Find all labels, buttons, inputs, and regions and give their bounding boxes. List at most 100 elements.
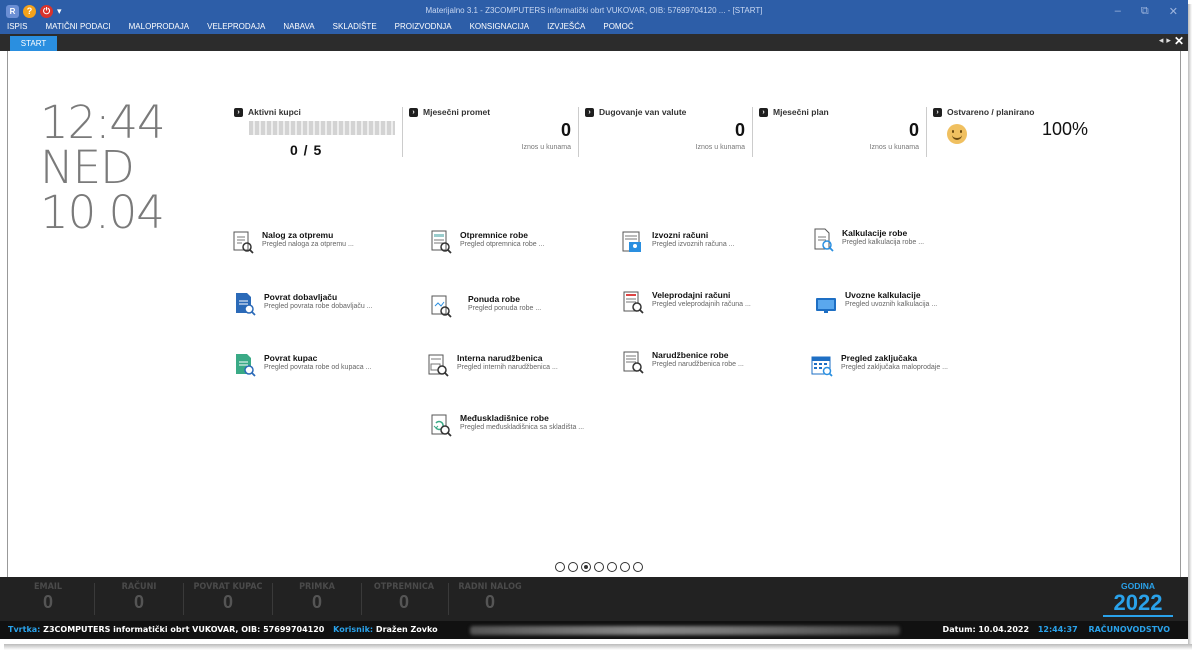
- tile-kalkulacije-robe[interactable]: Kalkulacije robe Pregled kalkulacija robe…: [812, 228, 924, 252]
- counter-racuni[interactable]: RAČUNI 0: [96, 582, 182, 613]
- export-invoice-icon: [622, 230, 644, 254]
- counter-email[interactable]: EMAIL 0: [5, 582, 91, 613]
- expand-arrow-icon[interactable]: ›: [234, 107, 243, 117]
- tile-desc: Pregled internih narudžbenica ...: [457, 364, 558, 371]
- tile-title: Izvozni računi: [652, 230, 709, 240]
- tile-pregled-zakljucaka[interactable]: Pregled zaključaka Pregled zaključaka mal…: [811, 353, 948, 377]
- counter-label: PRIMKA: [299, 582, 335, 592]
- window-shadow: [4, 644, 1192, 650]
- stat-subtitle: Iznos u kunama: [695, 144, 745, 151]
- role-display: RAČUNOVODSTVO: [1088, 625, 1170, 634]
- tile-otpremnice-robe[interactable]: Otpremnice robe Pregled otpremnica robe .…: [430, 230, 544, 254]
- page-dot[interactable]: [555, 562, 565, 572]
- stat-value: 0 / 5: [290, 142, 323, 158]
- tile-meduskladisnice-robe[interactable]: Međuskladišnice robe Pregled međuskladišn…: [430, 413, 600, 437]
- tab-prev-icon[interactable]: ◂: [1159, 35, 1164, 47]
- tile-desc: Pregled otpremnica robe ...: [460, 241, 545, 248]
- clock-day: NED: [40, 141, 135, 194]
- tile-desc: Pregled povrata robe od kupaca ...: [264, 364, 372, 371]
- tile-desc: Pregled naloga za otpremu ...: [262, 241, 354, 248]
- stat-title: Mjesečni plan: [773, 107, 829, 117]
- menu-skladiste[interactable]: SKLADIŠTE: [324, 20, 386, 34]
- window-controls: – ⧉ ✕: [1115, 5, 1178, 18]
- counter-otpremnica[interactable]: OTPREMNICA 0: [361, 582, 447, 613]
- menu-bar: ISPIS MATIČNI PODACI MALOPRODAJA VELEPRO…: [0, 20, 643, 34]
- close-icon[interactable]: ✕: [1169, 5, 1178, 18]
- stat-dugovanje: › Dugovanje van valute 0 Iznos u kunama: [585, 107, 753, 157]
- tile-povrat-dobavljacu[interactable]: Povrat dobavljaču Pregled povrata robe do…: [234, 292, 373, 316]
- smiley-icon: [947, 124, 967, 144]
- tile-title: Kalkulacije robe: [842, 228, 908, 238]
- expand-arrow-icon[interactable]: ›: [409, 107, 418, 117]
- counter-povrat-kupac[interactable]: POVRAT KUPAC 0: [185, 582, 271, 613]
- clock-time: 12:44: [40, 96, 166, 149]
- tile-title: Ponuda robe: [468, 294, 520, 304]
- counter-label: EMAIL: [33, 582, 63, 592]
- stat-mjesecni-plan: › Mjesečni plan 0 Iznos u kunama: [759, 107, 927, 157]
- status-bar: Tvrtka: Z3COMPUTERS informatički obrt VU…: [0, 621, 1188, 639]
- tile-povrat-kupac[interactable]: Povrat kupac Pregled povrata robe od kupa…: [234, 353, 371, 377]
- tile-desc: Pregled narudžbenica robe ...: [652, 361, 744, 368]
- page-dot[interactable]: [568, 562, 578, 572]
- expand-arrow-icon[interactable]: ›: [759, 107, 768, 117]
- stat-subtitle: Iznos u kunama: [521, 144, 571, 151]
- transfer-icon: [430, 413, 452, 437]
- tile-title: Međuskladišnice robe: [460, 413, 549, 423]
- menu-ispis[interactable]: ISPIS: [0, 20, 36, 34]
- tile-desc: Pregled ponuda robe ...: [468, 305, 542, 312]
- menu-konsignacija[interactable]: KONSIGNACIJA: [461, 20, 539, 34]
- tile-desc: Pregled kalkulacija robe ...: [842, 239, 925, 246]
- tile-izvozni-racuni[interactable]: Izvozni računi Pregled izvoznih računa ..…: [622, 230, 735, 254]
- tile-uvozne-kalkulacije[interactable]: Uvozne kalkulacije Pregled uvoznih kalkul…: [815, 290, 937, 314]
- internal-order-icon: [427, 353, 449, 377]
- menu-maticni-podaci[interactable]: MATIČNI PODACI: [36, 20, 119, 34]
- tile-ponuda-robe[interactable]: Ponuda robe Pregled ponuda robe ...: [430, 294, 541, 318]
- supplier-return-icon: [234, 292, 256, 316]
- purchase-order-icon: [622, 350, 644, 374]
- stat-ostvareno: › Ostvareno / planirano 100%: [933, 107, 1103, 157]
- tab-navigation: ◂ ▸ ✕: [1159, 35, 1184, 47]
- stat-title: Dugovanje van valute: [599, 107, 687, 117]
- counters-bar: EMAIL 0 RAČUNI 0 POVRAT KUPAC 0 PRIMKA 0 OTP…: [0, 577, 1188, 621]
- tile-interna-narudzbenica[interactable]: Interna narudžbenica Pregled internih nar…: [427, 353, 558, 377]
- tile-veleprodajni-racuni[interactable]: Veleprodajni računi Pregled veleprodajnih…: [622, 290, 751, 314]
- page-dot[interactable]: [607, 562, 617, 572]
- menu-pomoc[interactable]: POMOĆ: [594, 20, 642, 34]
- counter-primka[interactable]: PRIMKA 0: [274, 582, 360, 613]
- counter-value: 0: [311, 592, 322, 612]
- divider: [272, 583, 273, 615]
- counter-value: 0: [42, 592, 53, 612]
- counter-label: RAČUNI: [121, 582, 157, 592]
- menu-izvjesca[interactable]: IZVJEŠĆA: [538, 20, 594, 34]
- expand-arrow-icon[interactable]: ›: [933, 107, 942, 117]
- application-window: R ? ⏻ ▾ Materijalno 3.1 - Z3COMPUTERS in…: [0, 0, 1188, 644]
- counter-radni-nalog[interactable]: RADNI NALOG 0: [447, 582, 533, 613]
- menu-nabava[interactable]: NABAVA: [274, 20, 323, 34]
- year-selector[interactable]: GODINA 2022: [1103, 581, 1173, 617]
- clock-display: 12:44 NED 10.04: [40, 100, 170, 235]
- tile-desc: Pregled izvoznih računa ...: [652, 241, 735, 248]
- page-dot[interactable]: [620, 562, 630, 572]
- menu-veleprodaja[interactable]: VELEPRODAJA: [198, 20, 274, 34]
- page-dot[interactable]: [633, 562, 643, 572]
- tile-nalog-za-otpremu[interactable]: Nalog za otpremu Pregled naloga za otprem…: [232, 230, 354, 254]
- tile-desc: Pregled međuskladišnica sa skladišta ...: [460, 424, 585, 431]
- tile-title: Veleprodajni računi: [652, 290, 731, 300]
- minimize-icon[interactable]: –: [1115, 5, 1121, 18]
- restore-icon[interactable]: ⧉: [1141, 5, 1149, 18]
- tab-start[interactable]: START: [10, 36, 57, 51]
- tile-title: Narudžbenice robe: [652, 350, 729, 360]
- page-dot[interactable]: [594, 562, 604, 572]
- counter-value: 0: [398, 592, 409, 612]
- tab-next-icon[interactable]: ▸: [1166, 35, 1171, 47]
- menu-proizvodnja[interactable]: PROIZVODNJA: [386, 20, 461, 34]
- menu-maloprodaja[interactable]: MALOPRODAJA: [120, 20, 198, 34]
- stat-subtitle: Iznos u kunama: [869, 144, 919, 151]
- tile-narudzbenice-robe[interactable]: Narudžbenice robe Pregled narudžbenica ro…: [622, 350, 744, 374]
- page-dot-active[interactable]: [581, 562, 591, 572]
- tile-title: Otpremnice robe: [460, 230, 529, 240]
- tab-close-icon[interactable]: ✕: [1174, 35, 1184, 47]
- blurred-info: [470, 626, 900, 635]
- user-label: Korisnik:: [333, 625, 374, 634]
- expand-arrow-icon[interactable]: ›: [585, 107, 594, 117]
